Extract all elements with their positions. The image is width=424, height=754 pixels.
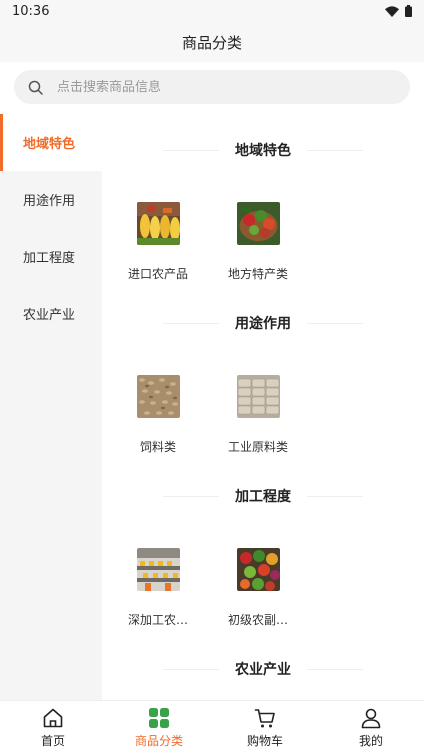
sidebar-item-label: 用途作用 <box>23 194 76 209</box>
section-title-text: 农业产业 <box>235 662 291 678</box>
tab-label: 购物车 <box>246 733 283 748</box>
product-card[interactable]: 饲料类 <box>113 375 203 455</box>
wifi-icon <box>385 5 399 17</box>
category-content: 地域特色 进口农产品 地方特产类 用途作用 饲料类 工业原料类 加工程度 深加工… <box>102 114 424 700</box>
product-card[interactable]: 进口农产品 <box>113 202 203 282</box>
sidebar-item-usage[interactable]: 用途作用 <box>0 171 102 228</box>
product-card[interactable]: 工业原料类 <box>213 375 303 455</box>
status-icons <box>385 5 412 17</box>
home-icon <box>43 708 63 727</box>
corn-photo <box>136 202 180 245</box>
cart-icon <box>254 708 275 727</box>
fresh-produce-photo <box>236 548 280 591</box>
search-area <box>0 62 424 114</box>
section-title: 地域特色 <box>102 140 424 160</box>
section-title-text: 加工程度 <box>235 489 291 505</box>
section-title: 用途作用 <box>102 313 424 333</box>
status-bar: 10:36 <box>0 0 424 22</box>
divider <box>307 149 363 151</box>
sidebar-item-regional[interactable]: 地域特色 <box>0 114 102 171</box>
sidebar-item-industry[interactable]: 农业产业 <box>0 285 102 342</box>
title-bar: 商品分类 <box>0 22 424 62</box>
category-sidebar: 地域特色 用途作用 加工程度 农业产业 <box>0 114 102 700</box>
divider <box>163 668 219 670</box>
search-input[interactable] <box>57 79 396 95</box>
vegetable-basket-photo <box>236 202 280 245</box>
product-card[interactable]: 初级农副… <box>213 548 303 628</box>
product-card-label: 工业原料类 <box>227 440 288 454</box>
tab-home[interactable]: 首页 <box>0 701 106 754</box>
divider <box>307 322 363 324</box>
product-card-label: 地方特产类 <box>227 267 288 281</box>
divider <box>307 668 363 670</box>
grain-photo <box>136 375 180 418</box>
section-title-text: 用途作用 <box>235 316 291 332</box>
product-card-label: 深加工农… <box>127 613 188 627</box>
divider <box>163 322 219 324</box>
sidebar-item-label: 地域特色 <box>23 137 76 152</box>
status-time: 10:36 <box>12 3 50 19</box>
section-title-text: 地域特色 <box>235 143 291 159</box>
page-title: 商品分类 <box>181 33 242 52</box>
product-card-label: 初级农副… <box>227 613 288 627</box>
tab-label: 首页 <box>40 733 65 748</box>
category-grid-icon <box>149 707 169 728</box>
divider <box>307 495 363 497</box>
bottom-tab-bar: 首页 商品分类 购物车 我的 <box>0 700 424 754</box>
product-card[interactable]: 地方特产类 <box>213 202 303 282</box>
search-icon <box>28 80 43 95</box>
battery-icon <box>405 5 412 17</box>
section-title: 农业产业 <box>102 659 424 679</box>
section-title: 加工程度 <box>102 486 424 506</box>
factory-line-photo <box>136 548 180 591</box>
tab-category[interactable]: 商品分类 <box>106 701 212 754</box>
divider <box>163 149 219 151</box>
sidebar-item-label: 加工程度 <box>23 251 76 266</box>
tab-label: 我的 <box>358 733 383 748</box>
sidebar-item-processing[interactable]: 加工程度 <box>0 228 102 285</box>
divider <box>163 495 219 497</box>
user-icon <box>361 708 381 728</box>
product-card-label: 饲料类 <box>139 440 176 454</box>
tab-label: 商品分类 <box>134 733 183 748</box>
product-card-label: 进口农产品 <box>127 267 188 281</box>
tab-cart[interactable]: 购物车 <box>212 701 318 754</box>
search-box[interactable] <box>14 70 410 104</box>
tab-profile[interactable]: 我的 <box>318 701 424 754</box>
sacks-photo <box>236 375 280 418</box>
product-card[interactable]: 深加工农… <box>113 548 203 628</box>
sidebar-item-label: 农业产业 <box>23 308 76 323</box>
